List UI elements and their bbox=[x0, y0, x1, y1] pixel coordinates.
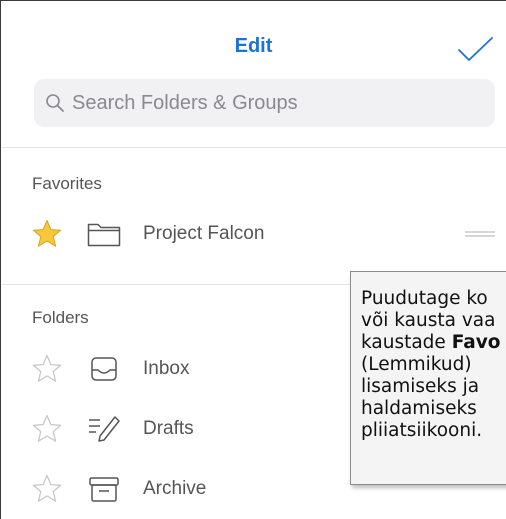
tooltip-line: või kausta vaa bbox=[361, 310, 496, 331]
folder-item-label: Drafts bbox=[143, 418, 194, 439]
search-icon bbox=[46, 94, 64, 112]
tooltip-line: lisamiseks ja bbox=[361, 376, 480, 397]
inbox-tray-icon bbox=[91, 357, 117, 381]
divider bbox=[2, 147, 506, 148]
search-input[interactable] bbox=[72, 91, 472, 115]
section-header-favorites: Favorites bbox=[32, 174, 102, 193]
tooltip-bold-text: Favo bbox=[451, 332, 501, 353]
drafts-pencil-icon bbox=[89, 416, 120, 442]
folder-item-label: Inbox bbox=[143, 358, 190, 379]
tooltip-line: kaustade Favo bbox=[361, 332, 506, 354]
tooltip-line: Puudutage ko bbox=[361, 288, 488, 309]
checkmark-icon[interactable] bbox=[455, 35, 495, 63]
tooltip-text: kaustade bbox=[361, 332, 452, 353]
help-tooltip: Puudutage ko või kausta vaa kaustade Fav… bbox=[350, 271, 506, 485]
favorite-item-label: Project Falcon bbox=[143, 223, 265, 244]
star-outline-icon[interactable] bbox=[31, 473, 63, 505]
star-outline-icon[interactable] bbox=[31, 353, 63, 385]
tooltip-line: (Lemmikud) bbox=[361, 354, 472, 375]
star-filled-icon[interactable] bbox=[31, 218, 63, 250]
folder-item-label: Archive bbox=[143, 478, 207, 499]
tooltip-line: pliiatsiikooni. bbox=[361, 420, 483, 441]
drag-handle-icon[interactable] bbox=[464, 230, 496, 240]
archive-box-icon bbox=[89, 477, 119, 502]
folder-icon bbox=[87, 223, 121, 247]
favorite-row-project-falcon[interactable]: Project Falcon bbox=[1, 212, 506, 256]
star-outline-icon[interactable] bbox=[31, 413, 63, 445]
tooltip-line: haldamiseks bbox=[361, 398, 477, 419]
page-title: Edit bbox=[234, 35, 273, 57]
search-box[interactable] bbox=[34, 79, 495, 127]
app-window: Edit Favorites Project Falcon Folders bbox=[0, 0, 506, 519]
section-header-folders: Folders bbox=[32, 308, 89, 327]
